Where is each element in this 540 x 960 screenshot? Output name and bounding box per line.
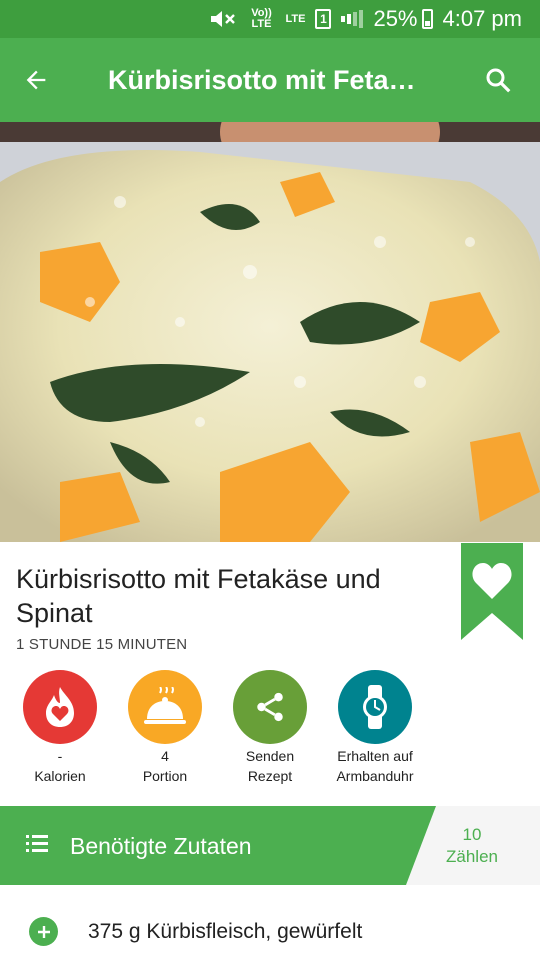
arrow-back-icon [26,70,46,90]
watch-action[interactable]: Erhalten auf Armbanduhr [320,670,430,784]
list-icon [26,835,48,852]
favorite-button[interactable] [461,543,523,640]
cloche-icon [128,670,202,744]
recipe-title: Kürbisrisotto mit Fetakäse und Spinat [16,564,381,628]
watch-icon [338,670,412,744]
signal-icon [341,9,364,29]
ingredients-title: Benötigte Zutaten [70,833,252,859]
portion-label: Portion [142,768,188,784]
lte-indicator: LTE [285,12,306,25]
toolbar-title: Kürbisrisotto mit Fetak… [108,64,431,95]
recipe-duration: 1 STUNDE 15 MINUTEN [16,636,188,653]
add-ingredient-button[interactable] [29,917,58,946]
ingredient-text: 375 g Kürbisfleisch, gewürfelt [88,920,363,943]
recipe-photo [0,122,540,542]
portion-value: 4 [161,748,169,764]
battery-percentage: 25% [373,6,418,31]
ingredients-header: Benötigte Zutaten 10 Zählen [0,806,540,885]
sim-icon: 1 [315,9,332,29]
ingredient-item: 375 g Kürbisfleisch, gewürfelt [0,900,540,960]
back-button[interactable] [0,38,72,122]
search-button[interactable] [456,38,540,122]
ingredient-count-value: 10 [462,825,482,844]
ingredient-count-label: Zählen [446,847,498,866]
flame-heart-icon [23,670,97,744]
send-recipe-action[interactable]: Senden Rezept [215,670,325,784]
app-toolbar: Kürbisrisotto mit Fetak… [0,38,540,122]
status-bar: Vo)) LTE LTE 1 25% 4:07 pm [0,0,540,38]
calories-action[interactable]: - Kalorien [5,670,115,784]
calories-value: - [57,748,63,764]
send-recipe-line1: Senden [245,748,295,764]
portion-action[interactable]: 4 Portion [110,670,220,784]
mute-icon [207,8,237,30]
battery-icon [421,9,433,29]
watch-line1: Erhalten auf [337,748,413,764]
plus-icon [37,925,50,938]
recipe-actions: - Kalorien 4 Portion Senden Rezept Erhal… [0,670,540,790]
watch-line2: Armbanduhr [336,768,414,784]
share-icon [233,670,307,744]
volte-indicator: Vo)) LTE [251,7,272,30]
calories-label: Kalorien [34,768,86,784]
search-icon [486,68,511,93]
ingredient-count: 10 Zählen [432,824,512,868]
clock: 4:07 pm [442,6,523,31]
send-recipe-line2: Rezept [247,768,293,784]
